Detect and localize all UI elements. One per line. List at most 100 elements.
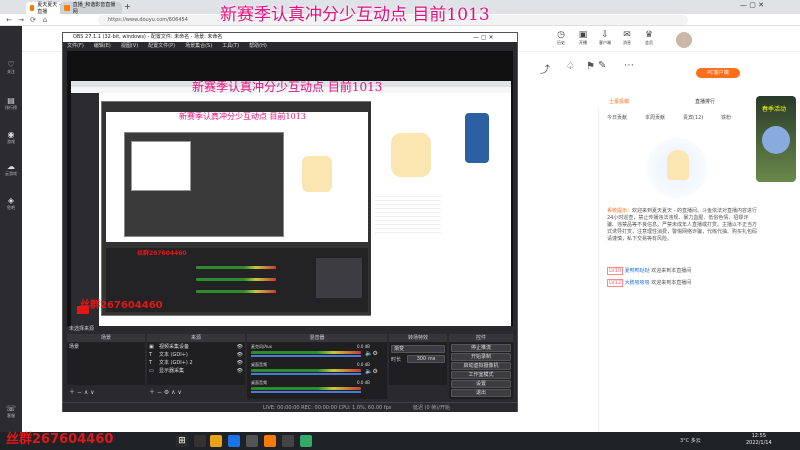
exit-button[interactable]: 退出	[451, 389, 511, 397]
start-icon[interactable]: ⊞	[176, 435, 188, 447]
edit-icon[interactable]: ✎	[598, 60, 606, 71]
sidebar-item-cloudgame[interactable]: ☁ 云游戏	[0, 162, 22, 186]
visibility-icon[interactable]: 👁	[237, 351, 243, 359]
transitions-dock-header: 转场特效	[389, 334, 447, 343]
trophy-icon	[762, 126, 790, 154]
transition-select[interactable]: 渐变	[391, 345, 445, 353]
more-icon[interactable]: ⋯	[624, 60, 634, 71]
audio-meter	[251, 369, 361, 372]
douyu-app-icon[interactable]	[264, 435, 276, 447]
controls-dock: 停止推流 开始录制 启动虚拟摄像机 工作室模式 设置 退出	[449, 343, 513, 399]
audio-meter	[251, 351, 361, 354]
mixer-track-db: 0.0 dB	[357, 362, 370, 367]
search-icon[interactable]	[194, 435, 206, 447]
new-tab-button[interactable]: +	[124, 2, 131, 11]
report-icon[interactable]: ⚑	[586, 61, 595, 72]
menu-profile[interactable]: 配置文件(P)	[148, 42, 175, 50]
menu-help[interactable]: 帮助(H)	[249, 42, 267, 50]
nested-obs-2	[124, 132, 284, 237]
visibility-icon[interactable]: 👁	[237, 359, 243, 367]
stop-streaming-button[interactable]: 停止推流	[451, 344, 511, 352]
download-icon: ⇩	[601, 30, 609, 40]
virtual-camera-button[interactable]: 启动虚拟摄像机	[451, 362, 511, 370]
nested-watermark: 丝群267604460	[137, 250, 187, 257]
studio-mode-button[interactable]: 工作室模式	[451, 371, 511, 379]
nested-obs	[101, 101, 373, 316]
broadcast-button[interactable]: ▣ 开播	[572, 30, 594, 46]
app-icon[interactable]	[300, 435, 312, 447]
forward-icon[interactable]: →	[16, 15, 26, 25]
menu-view[interactable]: 视图(V)	[121, 42, 138, 50]
top-tab[interactable]: 土豪投稿	[609, 98, 629, 105]
source-item[interactable]: T 文本 (GDI+) 👁	[147, 351, 245, 359]
monitor-source-icon: ▭	[149, 368, 154, 374]
start-recording-button[interactable]: 开始录制	[451, 353, 511, 361]
menu-edit[interactable]: 编辑(E)	[94, 42, 111, 50]
visibility-icon[interactable]: 👁	[237, 343, 243, 351]
promo-banner[interactable]: 春季活动	[756, 96, 796, 182]
folder-icon[interactable]	[210, 435, 222, 447]
share-icon[interactable]: ⤴	[540, 61, 550, 76]
controls-dock-header: 控件	[449, 334, 513, 343]
mixer-track-name: 麦克风/Aux	[251, 344, 272, 349]
menu-scene-collection[interactable]: 场景集合(S)	[185, 42, 212, 50]
back-icon[interactable]: ←	[4, 15, 14, 25]
home-icon[interactable]: ⌂	[40, 15, 50, 25]
source-item[interactable]: T 文本 (GDI+) 2 👁	[147, 359, 245, 367]
volume-slider[interactable]	[251, 373, 361, 375]
top-tab[interactable]: 直播排行	[695, 98, 715, 105]
status-text: LIVE: 00:00:00 REC: 00:00:00 CPU: 1.0%, …	[263, 405, 392, 411]
sidebar-item-follow[interactable]: ♡ 关注	[0, 60, 22, 84]
settings-button[interactable]: 设置	[451, 380, 511, 388]
speaker-icon[interactable]: 🔈⚙	[365, 350, 378, 357]
edge-icon[interactable]	[228, 435, 240, 447]
app-icon[interactable]	[246, 435, 258, 447]
client-button[interactable]: ⇩ 客户端	[594, 30, 616, 46]
scene-item[interactable]: 场景	[67, 343, 145, 351]
window-controls[interactable]: — ▢ ✕	[740, 1, 764, 9]
fans-icon[interactable]: ♤	[566, 61, 575, 72]
tab-vip[interactable]: 贵宾(12)	[683, 114, 703, 121]
sidebar-item-rank[interactable]: ▤ 排行榜	[0, 96, 22, 120]
menu-tools[interactable]: 工具(T)	[222, 42, 239, 50]
source-item[interactable]: ▣ 视频采集设备 👁	[147, 343, 245, 351]
avatar[interactable]	[676, 32, 692, 48]
visibility-icon[interactable]: 👁	[237, 367, 243, 375]
chat-user[interactable]: 大鹏吸吸吸	[625, 280, 650, 286]
video-source-icon: ▣	[149, 344, 154, 350]
scene-add-button[interactable]: ＋ − ∧ ∨	[69, 387, 95, 396]
speaker-icon[interactable]: 🔈⚙	[365, 368, 378, 375]
clock[interactable]: 12:55 2022/1/14	[746, 433, 772, 447]
menu-file[interactable]: 文件(F)	[67, 42, 84, 50]
tab-fans[interactable]: 铁粉	[721, 114, 731, 121]
vip-button[interactable]: ♛ 会员	[638, 30, 660, 46]
pc-client-button[interactable]: PC客户端	[696, 68, 740, 78]
tab-week[interactable]: 本周贡献	[645, 114, 665, 121]
nested-mascot	[302, 156, 332, 192]
refresh-icon[interactable]: ⟳	[28, 15, 38, 25]
camera-icon: ▣	[578, 30, 588, 40]
obs-app-icon[interactable]	[282, 435, 294, 447]
fish-icon: ◈	[7, 196, 15, 205]
browser-tab[interactable]: 直播_和谐影音直播网	[60, 2, 122, 15]
sources-dock-header: 来源	[147, 334, 245, 343]
sidebar	[0, 26, 22, 432]
tab-today[interactable]: 今日贡献	[607, 114, 627, 121]
volume-slider[interactable]	[251, 355, 361, 357]
history-button[interactable]: ◷ 历史	[550, 30, 572, 46]
obs-window: OBS 27.1.1 (32-bit, windows) - 配置文件: 未命名…	[62, 32, 518, 412]
duration-input[interactable]: 300 ms	[407, 355, 445, 363]
source-item[interactable]: ▭ 显示器采集 👁	[147, 367, 245, 375]
source-add-button[interactable]: ＋ − ⚙ ∧ ∨	[149, 387, 182, 396]
obs-window-controls[interactable]: — ▢ ✕	[473, 33, 494, 42]
sidebar-item-fishbar[interactable]: ◈ 鱼吧	[0, 196, 22, 220]
nested-mascot-2	[391, 133, 431, 177]
notice-label: 系统提示：	[607, 208, 633, 214]
sidebar-item-games[interactable]: ◉ 游戏	[0, 130, 22, 154]
douyu-icon	[30, 5, 35, 11]
messages-button[interactable]: ✉ 消息	[616, 30, 638, 46]
chat-user[interactable]: 夏鸭鸭哒哒	[625, 268, 650, 274]
sidebar-item-service[interactable]: ☏ 客服	[0, 404, 22, 428]
obs-preview[interactable]: 新赛季认真冲分少互动点 目前1013 新赛季认真冲分少互动点 目前1013 丝群…	[67, 51, 513, 326]
volume-slider[interactable]	[251, 391, 361, 393]
